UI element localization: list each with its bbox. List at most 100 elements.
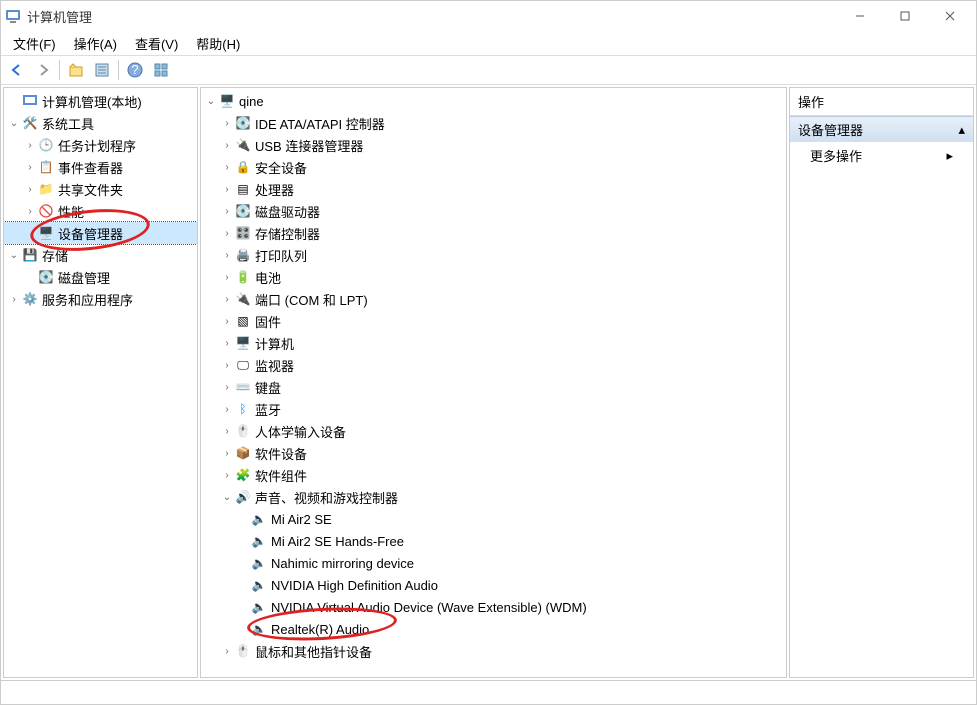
cat-sound[interactable]: ⌄🔊声音、视频和游戏控制器	[201, 486, 786, 508]
view-mode-button[interactable]	[149, 58, 173, 82]
cat-cpu-label: 处理器	[255, 180, 294, 199]
tree-eventviewer[interactable]: › 📋 事件查看器	[4, 156, 197, 178]
cat-swcomp[interactable]: ›🧩软件组件	[201, 464, 786, 486]
tree-storage[interactable]: ⌄ 💾 存储	[4, 244, 197, 266]
cat-ide-label: IDE ATA/ATAPI 控制器	[255, 114, 385, 133]
sound-device[interactable]: ›🔈Nahimic mirroring device	[201, 552, 786, 574]
computer-icon: 🖥️	[235, 335, 251, 351]
twisty-collapsed-icon[interactable]: ›	[22, 206, 38, 217]
tree-systools-label: 系统工具	[42, 114, 94, 133]
cat-cpu[interactable]: ›▤处理器	[201, 178, 786, 200]
actions-section-label: 设备管理器	[798, 120, 863, 139]
menu-action[interactable]: 操作(A)	[66, 32, 125, 55]
ports-icon: 🔌	[235, 291, 251, 307]
forward-button[interactable]	[31, 58, 55, 82]
cat-computer[interactable]: ›🖥️计算机	[201, 332, 786, 354]
tree-diskmgmt[interactable]: › 💽 磁盘管理	[4, 266, 197, 288]
cat-swdev[interactable]: ›📦软件设备	[201, 442, 786, 464]
cat-hid[interactable]: ›🖱️人体学输入设备	[201, 420, 786, 442]
twisty-expanded-icon[interactable]: ⌄	[6, 118, 22, 129]
cat-mouse[interactable]: ›🖱️鼠标和其他指针设备	[201, 640, 786, 662]
audio-device-icon: 🔈	[251, 577, 267, 593]
cat-monitor[interactable]: ›🖵监视器	[201, 354, 786, 376]
tree-root[interactable]: ▸ 计算机管理(本地)	[4, 90, 197, 112]
cat-ide[interactable]: ›💽IDE ATA/ATAPI 控制器	[201, 112, 786, 134]
menu-view[interactable]: 查看(V)	[127, 32, 186, 55]
sound-device[interactable]: ›🔈NVIDIA Virtual Audio Device (Wave Exte…	[201, 596, 786, 618]
cat-battery[interactable]: ›🔋电池	[201, 266, 786, 288]
device-tree-pane[interactable]: ⌄ 🖥️ qine ›💽IDE ATA/ATAPI 控制器 ›🔌USB 连接器管…	[200, 87, 787, 678]
maximize-button[interactable]	[882, 2, 927, 30]
device-root[interactable]: ⌄ 🖥️ qine	[201, 90, 786, 112]
cat-keyboard[interactable]: ›⌨️键盘	[201, 376, 786, 398]
cat-computer-label: 计算机	[255, 334, 294, 353]
minimize-button[interactable]	[837, 2, 882, 30]
workspace: ▸ 计算机管理(本地) ⌄ 🛠️ 系统工具 › 🕒 任务计划程序 › 📋 事件查…	[1, 85, 976, 680]
cat-printqueue-label: 打印队列	[255, 246, 307, 265]
close-button[interactable]	[927, 2, 972, 30]
cat-battery-label: 电池	[255, 268, 281, 287]
cat-bluetooth[interactable]: ›ᛒ蓝牙	[201, 398, 786, 420]
tree-devmgr[interactable]: › 🖥️ 设备管理器	[4, 222, 197, 244]
cat-firmware[interactable]: ›▧固件	[201, 310, 786, 332]
tree-sharedfolders-label: 共享文件夹	[58, 180, 123, 199]
action-more[interactable]: 更多操作 ▸	[790, 142, 973, 169]
help-button[interactable]: ?	[123, 58, 147, 82]
menu-help[interactable]: 帮助(H)	[188, 32, 248, 55]
cat-swcomp-label: 软件组件	[255, 466, 307, 485]
tree-tasksched[interactable]: › 🕒 任务计划程序	[4, 134, 197, 156]
twisty-collapsed-icon[interactable]: ›	[6, 294, 22, 305]
actions-header: 操作	[790, 88, 973, 116]
cat-disk[interactable]: ›💽磁盘驱动器	[201, 200, 786, 222]
drive-icon: 💽	[235, 115, 251, 131]
cat-monitor-label: 监视器	[255, 356, 294, 375]
tree-root-label: 计算机管理(本地)	[42, 92, 142, 111]
menu-file[interactable]: 文件(F)	[5, 32, 64, 55]
sound-icon: 🔊	[235, 489, 251, 505]
twisty-expanded-icon[interactable]: ⌄	[219, 492, 235, 503]
app-icon	[5, 8, 21, 24]
twisty-expanded-icon[interactable]: ⌄	[203, 96, 219, 107]
tree-services[interactable]: › ⚙️ 服务和应用程序	[4, 288, 197, 310]
properties-button[interactable]	[90, 58, 114, 82]
software-icon: 📦	[235, 445, 251, 461]
cat-usb[interactable]: ›🔌USB 连接器管理器	[201, 134, 786, 156]
tree-sharedfolders[interactable]: › 📁 共享文件夹	[4, 178, 197, 200]
cat-ports-label: 端口 (COM 和 LPT)	[255, 290, 368, 309]
sound-device-label: NVIDIA Virtual Audio Device (Wave Extens…	[271, 600, 587, 615]
left-tree-pane[interactable]: ▸ 计算机管理(本地) ⌄ 🛠️ 系统工具 › 🕒 任务计划程序 › 📋 事件查…	[3, 87, 198, 678]
cat-security[interactable]: ›🔒安全设备	[201, 156, 786, 178]
controller-icon: 🎛️	[235, 225, 251, 241]
cat-storagectrl[interactable]: ›🎛️存储控制器	[201, 222, 786, 244]
clock-icon: 🕒	[38, 137, 54, 153]
sound-device[interactable]: ›🔈Mi Air2 SE	[201, 508, 786, 530]
disk-icon: 💽	[38, 269, 54, 285]
actions-section-devmgr[interactable]: 设备管理器 ▴	[790, 116, 973, 142]
tree-diskmgmt-label: 磁盘管理	[58, 268, 110, 287]
twisty-collapsed-icon[interactable]: ›	[22, 184, 38, 195]
disk-icon: 💽	[235, 203, 251, 219]
audio-device-icon: 🔈	[251, 599, 267, 615]
up-button[interactable]	[64, 58, 88, 82]
svg-text:?: ?	[131, 62, 138, 77]
cat-bluetooth-label: 蓝牙	[255, 400, 281, 419]
twisty-collapsed-icon[interactable]: ›	[22, 140, 38, 151]
cat-printqueue[interactable]: ›🖨️打印队列	[201, 244, 786, 266]
sound-device[interactable]: ›🔈Mi Air2 SE Hands-Free	[201, 530, 786, 552]
twisty-collapsed-icon[interactable]: ›	[22, 162, 38, 173]
tree-services-label: 服务和应用程序	[42, 290, 133, 309]
sound-device[interactable]: ›🔈NVIDIA High Definition Audio	[201, 574, 786, 596]
sound-device-label: Realtek(R) Audio	[271, 622, 369, 637]
twisty-expanded-icon[interactable]: ⌄	[6, 250, 22, 261]
audio-device-icon: 🔈	[251, 533, 267, 549]
cat-keyboard-label: 键盘	[255, 378, 281, 397]
statusbar	[1, 680, 976, 704]
cat-ports[interactable]: ›🔌端口 (COM 和 LPT)	[201, 288, 786, 310]
tree-perf[interactable]: › 🚫 性能	[4, 200, 197, 222]
sound-device-realtek[interactable]: ›🔈Realtek(R) Audio	[201, 618, 786, 640]
cat-hid-label: 人体学输入设备	[255, 422, 346, 441]
tree-tasksched-label: 任务计划程序	[58, 136, 136, 155]
tree-devmgr-label: 设备管理器	[58, 224, 123, 243]
tree-systools[interactable]: ⌄ 🛠️ 系统工具	[4, 112, 197, 134]
back-button[interactable]	[5, 58, 29, 82]
